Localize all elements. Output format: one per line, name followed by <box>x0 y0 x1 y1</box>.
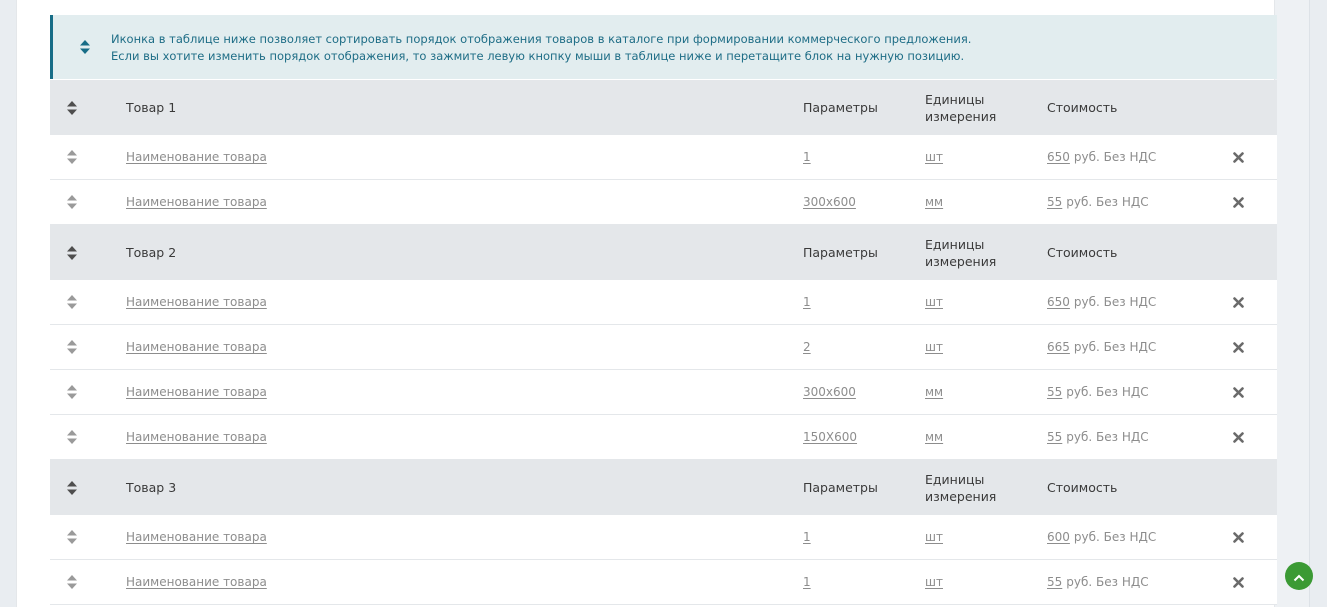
table-row[interactable]: Наименование товара 150X600 мм 55 руб. Без Н… <box>50 415 1277 460</box>
unit-link[interactable]: мм <box>925 384 943 401</box>
unit-link[interactable]: шт <box>925 339 943 356</box>
price-link[interactable]: 650 <box>1047 150 1070 164</box>
param-link[interactable]: 150X600 <box>803 430 857 444</box>
product-name-link[interactable]: Наименование товара <box>126 430 267 444</box>
param-link[interactable]: 300x600 <box>803 385 856 399</box>
price-suffix: руб. Без НДС <box>1066 430 1149 444</box>
column-params: Параметры <box>803 245 878 260</box>
sort-icon[interactable] <box>65 225 79 280</box>
price-link[interactable]: 55 <box>1047 575 1062 589</box>
param-link[interactable]: 300x600 <box>803 195 856 209</box>
product-table: Товар 1 Параметры Единицы измерения Стоимост… <box>50 80 1277 605</box>
table-row[interactable]: Наименование товара 1 шт 600 руб. Без НДС <box>50 515 1277 560</box>
column-cost: Стоимость <box>1047 100 1118 115</box>
column-cost: Стоимость <box>1047 245 1118 260</box>
table-row[interactable]: Наименование товара 1 шт 650 руб. Без НДС <box>50 280 1277 325</box>
sort-icon[interactable] <box>65 80 79 135</box>
close-icon[interactable] <box>1231 560 1245 604</box>
unit-link[interactable]: мм <box>925 429 943 446</box>
price-link[interactable]: 55 <box>1047 195 1062 209</box>
info-notice: Иконка в таблице ниже позволяет сортиров… <box>50 15 1277 79</box>
group-title: Товар 2 <box>126 245 177 260</box>
sort-icon[interactable] <box>65 280 79 324</box>
column-params: Параметры <box>803 100 878 115</box>
price-link[interactable]: 600 <box>1047 530 1070 544</box>
price-suffix: руб. Без НДС <box>1073 295 1157 309</box>
price-suffix: руб. Без НДС <box>1073 150 1157 164</box>
sort-icon[interactable] <box>65 180 79 224</box>
column-unit-line-2: измерения <box>925 253 997 269</box>
sort-icon[interactable] <box>65 515 79 559</box>
table-row[interactable]: Наименование товара 1 шт 55 руб. Без НДС <box>50 560 1277 605</box>
column-cost: Стоимость <box>1047 480 1118 495</box>
product-name-link[interactable]: Наименование товара <box>126 575 267 589</box>
close-icon[interactable] <box>1231 180 1245 224</box>
sort-icon[interactable] <box>65 415 79 459</box>
column-unit: Единицы измерения <box>925 80 1035 135</box>
group-header-row[interactable]: Товар 3 Параметры Единицы измерения Стоимост… <box>50 460 1277 515</box>
unit-link[interactable]: шт <box>925 294 943 311</box>
price-suffix: руб. Без НДС <box>1066 195 1149 209</box>
table-row[interactable]: Наименование товара 1 шт 650 руб. Без НДС <box>50 135 1277 180</box>
price-link[interactable]: 650 <box>1047 295 1070 309</box>
column-params: Параметры <box>803 480 878 495</box>
close-icon[interactable] <box>1231 325 1245 369</box>
price-suffix: руб. Без НДС <box>1073 340 1157 354</box>
unit-link[interactable]: мм <box>925 194 943 211</box>
close-icon[interactable] <box>1231 135 1245 179</box>
sort-icon[interactable] <box>65 460 79 515</box>
table-row[interactable]: Наименование товара 300x600 мм 55 руб. Без Н… <box>50 180 1277 225</box>
column-unit-line-2: измерения <box>925 108 997 124</box>
sort-icon[interactable] <box>65 560 79 604</box>
close-icon[interactable] <box>1231 515 1245 559</box>
sort-icon <box>80 39 90 54</box>
product-name-link[interactable]: Наименование товара <box>126 530 267 544</box>
column-unit-line-1: Единицы <box>925 471 985 487</box>
table-row[interactable]: Наименование товара 2 шт 665 руб. Без НДС <box>50 325 1277 370</box>
product-name-link[interactable]: Наименование товара <box>126 150 267 164</box>
sort-icon[interactable] <box>65 370 79 414</box>
param-link[interactable]: 1 <box>803 575 811 589</box>
product-name-link[interactable]: Наименование товара <box>126 295 267 309</box>
param-link[interactable]: 1 <box>803 530 811 544</box>
close-icon[interactable] <box>1231 280 1245 324</box>
price-link[interactable]: 55 <box>1047 385 1062 399</box>
column-unit-line-2: измерения <box>925 488 997 504</box>
sort-icon[interactable] <box>65 135 79 179</box>
param-link[interactable]: 1 <box>803 295 811 309</box>
chevron-up-icon <box>1293 567 1305 586</box>
price-link[interactable]: 665 <box>1047 340 1070 354</box>
sort-icon[interactable] <box>65 325 79 369</box>
column-unit: Единицы измерения <box>925 225 1035 280</box>
close-icon[interactable] <box>1231 415 1245 459</box>
param-link[interactable]: 2 <box>803 340 811 354</box>
column-unit: Единицы измерения <box>925 460 1035 515</box>
product-name-link[interactable]: Наименование товара <box>126 195 267 209</box>
group-header-row[interactable]: Товар 1 Параметры Единицы измерения Стоимост… <box>50 80 1277 135</box>
scroll-top-button[interactable] <box>1285 562 1313 590</box>
price-suffix: руб. Без НДС <box>1066 385 1149 399</box>
product-name-link[interactable]: Наименование товара <box>126 340 267 354</box>
unit-link[interactable]: шт <box>925 574 943 591</box>
notice-line-2: Если вы хотите изменить порядок отображе… <box>111 49 965 63</box>
price-suffix: руб. Без НДС <box>1073 530 1157 544</box>
group-title: Товар 3 <box>126 480 177 495</box>
table-row[interactable]: Наименование товара 300x600 мм 55 руб. Без Н… <box>50 370 1277 415</box>
group-title: Товар 1 <box>126 100 177 115</box>
notice-text: Иконка в таблице ниже позволяет сортиров… <box>111 31 971 65</box>
column-unit-line-1: Единицы <box>925 236 985 252</box>
group-header-row[interactable]: Товар 2 Параметры Единицы измерения Стоимост… <box>50 225 1277 280</box>
price-suffix: руб. Без НДС <box>1066 575 1149 589</box>
close-icon[interactable] <box>1231 370 1245 414</box>
column-unit-line-1: Единицы <box>925 91 985 107</box>
unit-link[interactable]: шт <box>925 149 943 166</box>
param-link[interactable]: 1 <box>803 150 811 164</box>
price-link[interactable]: 55 <box>1047 430 1062 444</box>
product-name-link[interactable]: Наименование товара <box>126 385 267 399</box>
unit-link[interactable]: шт <box>925 529 943 546</box>
notice-line-1: Иконка в таблице ниже позволяет сортиров… <box>111 32 972 46</box>
